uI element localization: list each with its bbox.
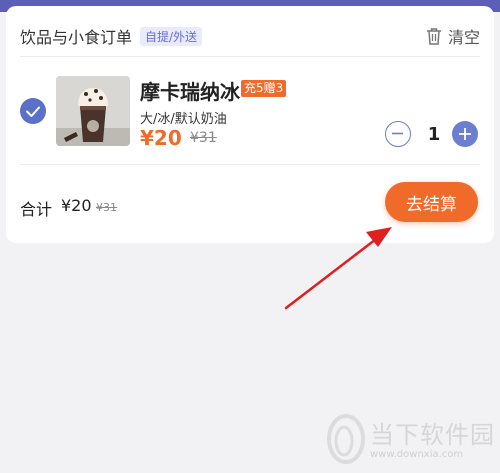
watermark-title: 当下软件园	[370, 421, 495, 449]
annotation-arrow	[284, 227, 392, 310]
watermark-url: www.downxia.com	[370, 449, 464, 460]
site-watermark: 当下软件园 www.downxia.com	[326, 413, 496, 468]
watermark-logo-icon	[327, 414, 365, 464]
